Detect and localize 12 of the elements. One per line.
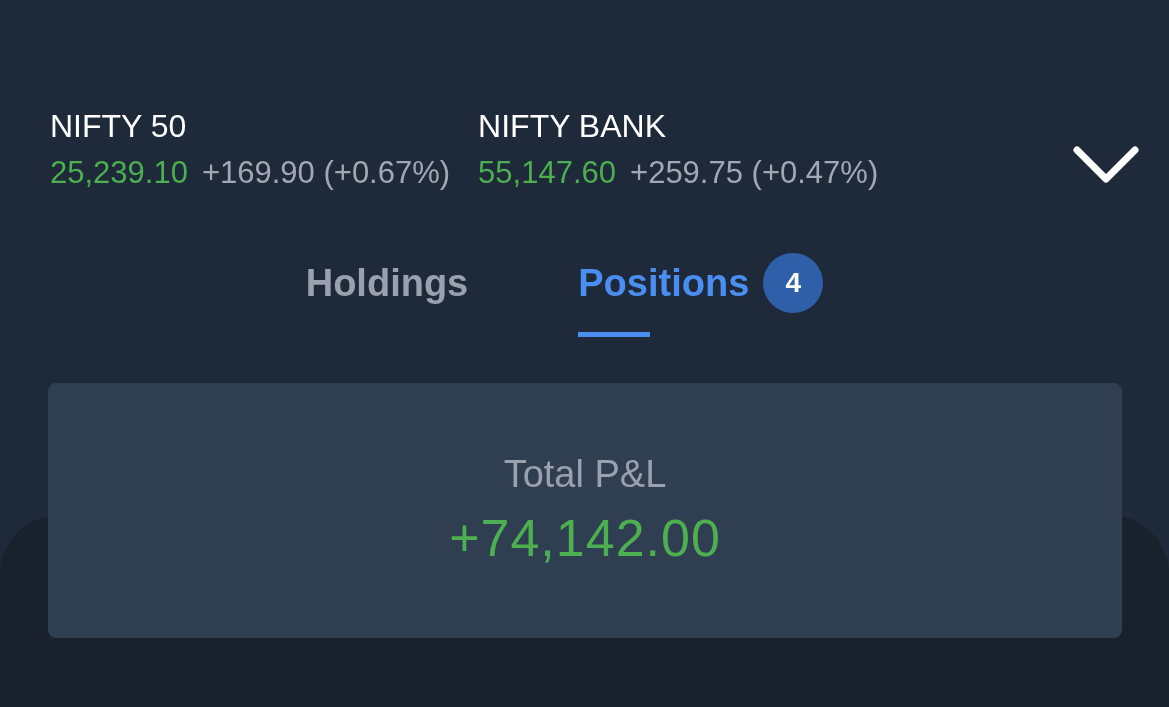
index-change: +259.75 (+0.47%) bbox=[630, 155, 879, 191]
index-name: NIFTY BANK bbox=[478, 108, 667, 145]
pnl-value: +74,142.00 bbox=[449, 508, 721, 568]
pnl-label: Total P&L bbox=[503, 453, 667, 496]
tab[interactable]: Holdings bbox=[305, 253, 469, 333]
index-name: NIFTY 50 bbox=[50, 108, 188, 145]
chevron-down-icon[interactable] bbox=[1073, 146, 1139, 184]
index-value: 55,147.60 bbox=[478, 155, 617, 191]
index-change: +169.90 (+0.67%) bbox=[201, 155, 451, 191]
tab[interactable]: Positions 4 bbox=[578, 253, 824, 333]
index-value: 25,239.10 bbox=[50, 155, 188, 191]
count-badge: 4 bbox=[763, 253, 824, 313]
